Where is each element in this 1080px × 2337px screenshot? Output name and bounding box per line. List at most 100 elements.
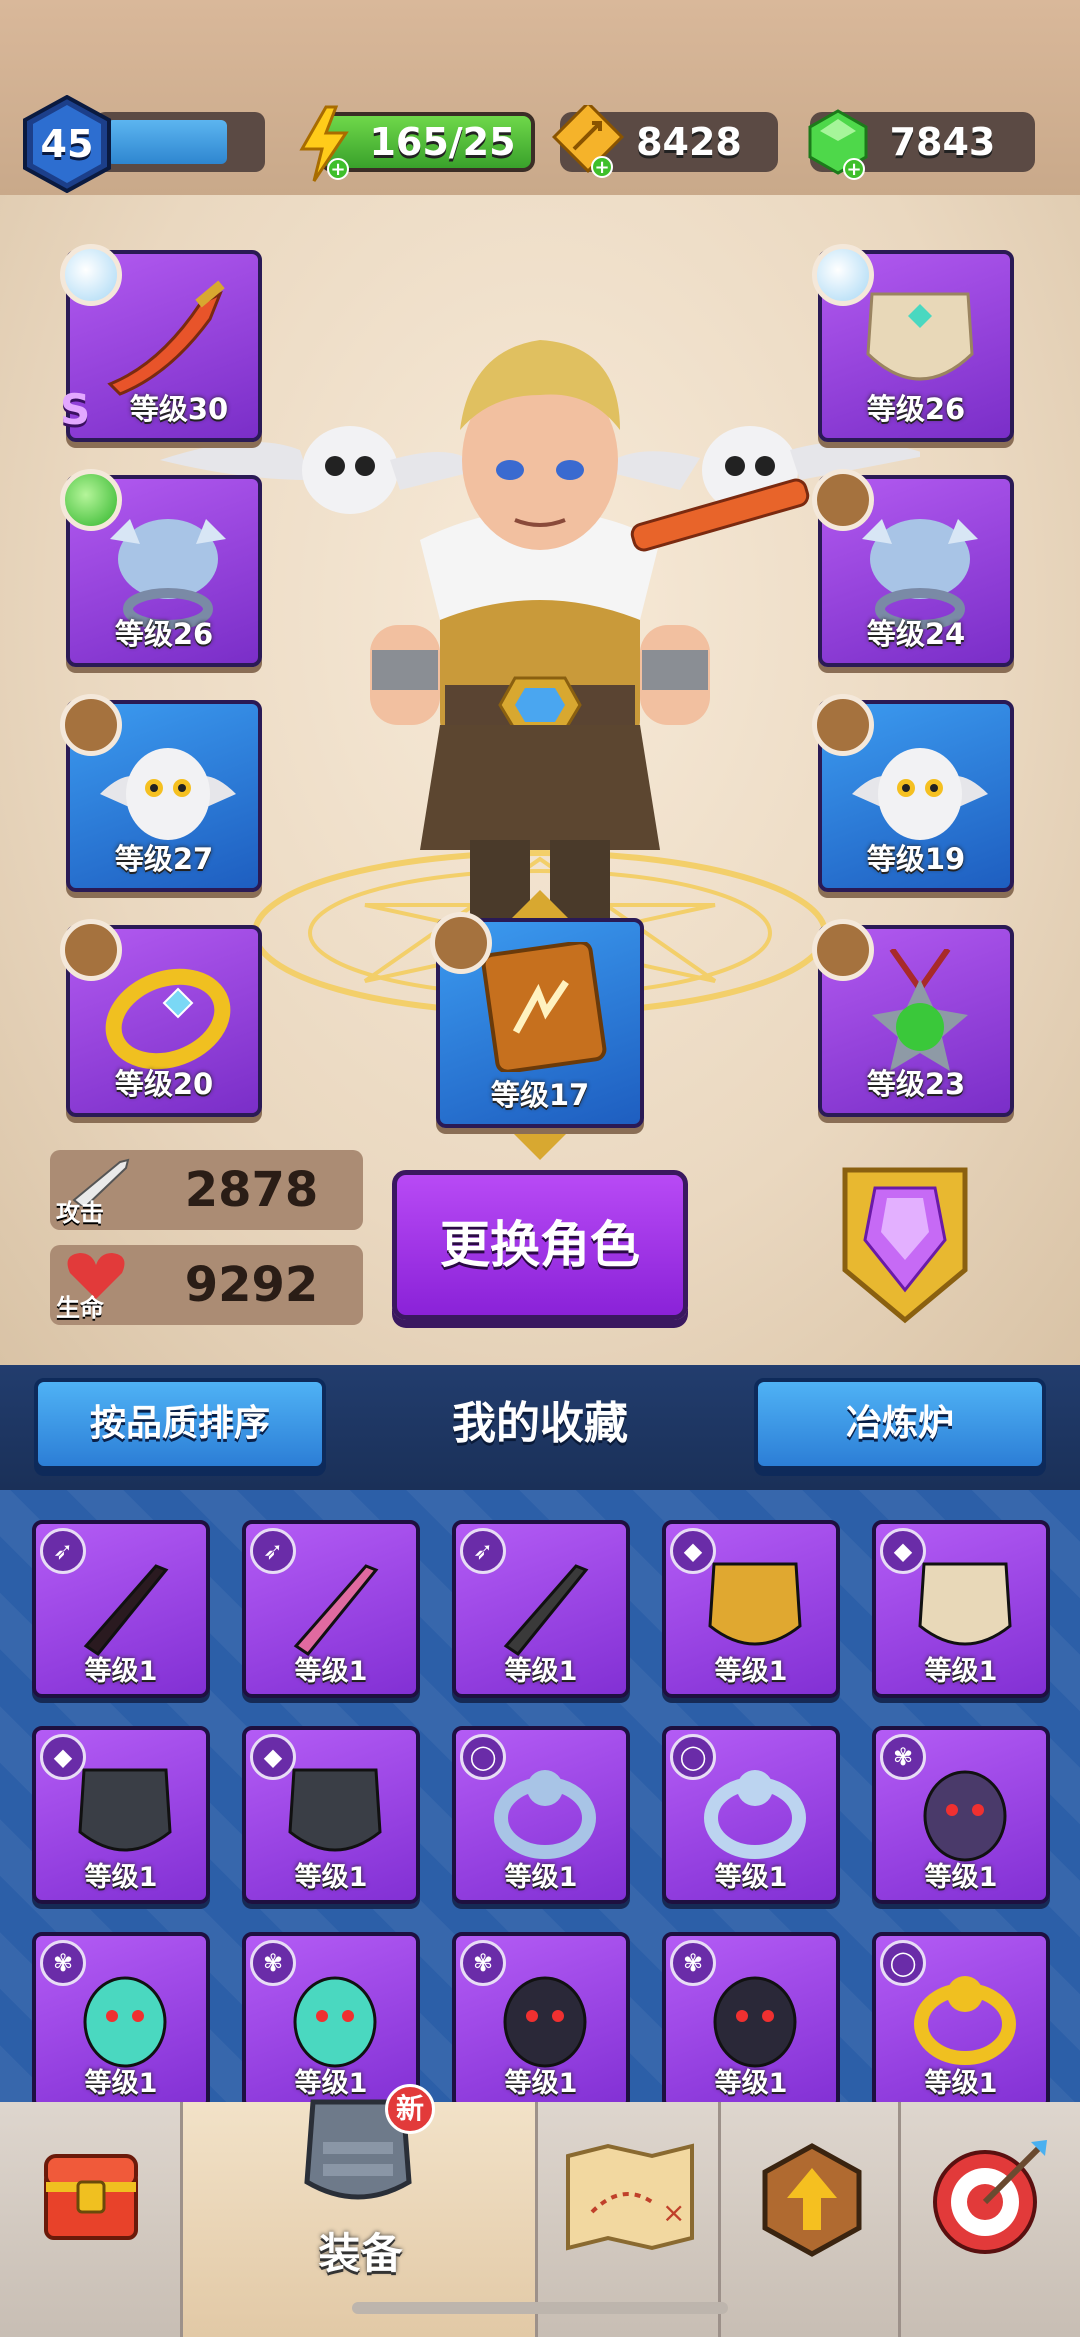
- player-level: 45: [40, 122, 94, 166]
- gem-socket: [812, 469, 874, 531]
- green-gem-icon: +: [808, 109, 868, 180]
- home-indicator: [352, 2302, 728, 2314]
- collection-item[interactable]: ✾ 等级1: [872, 1726, 1050, 1904]
- hero-character[interactable]: [160, 230, 920, 930]
- collection-item[interactable]: ➶ 等级1: [452, 1520, 630, 1698]
- item-level: 等级1: [504, 1656, 578, 1687]
- collection-item[interactable]: ➶ 等级1: [32, 1520, 210, 1698]
- equip-slot-pet-2[interactable]: 等级19: [812, 694, 1014, 892]
- amulet-icon: [872, 949, 968, 1071]
- spellbook-icon: [481, 942, 607, 1072]
- equip-slot-ring[interactable]: 等级26: [60, 469, 262, 667]
- gem-socket: [60, 244, 122, 306]
- armor-type-icon: ◆: [250, 1734, 296, 1780]
- item-level: 等级1: [504, 2068, 578, 2099]
- arrow-ticket-icon: +: [552, 105, 624, 178]
- pet-type-icon: ✾: [250, 1940, 296, 1986]
- nav-upgrade[interactable]: [721, 2102, 901, 2337]
- collection-item[interactable]: ◆ 等级1: [662, 1520, 840, 1698]
- bat-pet-icon: [503, 1976, 587, 2068]
- equip-slot-pet[interactable]: 等级27: [60, 694, 262, 892]
- slot-level: 等级27: [114, 842, 214, 876]
- energy-value: 165/25: [369, 120, 516, 164]
- purple-gem-shield-icon[interactable]: [825, 1160, 985, 1330]
- nav-chest[interactable]: [0, 2102, 183, 2337]
- pink-blade-icon: [293, 1564, 379, 1657]
- bull-ring-icon: [862, 519, 978, 629]
- smelter-button[interactable]: 冶炼炉: [754, 1378, 1046, 1470]
- collection-grid: ➶ 等级1 ➶ 等级1 ➶ 等级1 ◆ 等级1 ◆ 等级1 ◆ 等级1 ◆ 等级1 ◯ 等级1 ◯ 等级1 ✾ 等级1…: [0, 1490, 1080, 2102]
- beast-ring-icon: [494, 1770, 596, 1859]
- equip-slot-armor[interactable]: 等级26: [812, 244, 1014, 442]
- equip-slot-accessory[interactable]: 等级20: [60, 919, 262, 1117]
- arrow-value: 8428: [636, 120, 742, 164]
- gem-socket: [430, 912, 492, 974]
- collection-item[interactable]: ◆ 等级1: [242, 1726, 420, 1904]
- equip-slot-book[interactable]: 等级17: [430, 912, 644, 1128]
- new-badge: 新: [385, 2084, 435, 2134]
- lion-ring-icon: [704, 1770, 806, 1859]
- energy-counter[interactable]: 165/25: [320, 112, 535, 172]
- item-level: 等级1: [924, 2068, 998, 2099]
- collection-item[interactable]: ◯ 等级1: [452, 1726, 630, 1904]
- collection-item[interactable]: ✾ 等级1: [242, 1932, 420, 2102]
- item-level: 等级1: [294, 1862, 368, 1893]
- equip-slot-amulet[interactable]: 等级23: [812, 919, 1014, 1117]
- xp-bar: [95, 112, 265, 172]
- ring-type-icon: ◯: [880, 1940, 926, 1986]
- hp-label: 生命: [56, 1294, 104, 1322]
- hp-stat: 生命 9292: [50, 1245, 363, 1325]
- player-level-badge[interactable]: 45: [22, 94, 112, 194]
- map-icon: ×: [566, 2143, 694, 2251]
- armor-icon: [866, 292, 974, 381]
- item-level: 等级1: [924, 1862, 998, 1893]
- collection-item[interactable]: ◯ 等级1: [872, 1932, 1050, 2102]
- equip-slot-ring-2[interactable]: 等级24: [812, 469, 1014, 667]
- item-level: 等级1: [84, 1656, 158, 1687]
- owl-icon: [852, 748, 988, 840]
- armor-type-icon: ◆: [670, 1528, 716, 1574]
- collection-item[interactable]: ✾ 等级1: [662, 1932, 840, 2102]
- bat-pet-icon: [713, 1976, 797, 2068]
- svg-text:+: +: [330, 159, 345, 180]
- armor-type-icon: ◆: [880, 1528, 926, 1574]
- slot-level: 等级30: [129, 392, 229, 426]
- gem-socket: [812, 919, 874, 981]
- nav-target[interactable]: [901, 2102, 1080, 2337]
- slot-level: 等级26: [114, 617, 214, 651]
- pet-type-icon: ✾: [670, 1940, 716, 1986]
- gem-socket: [812, 244, 874, 306]
- gem-socket: [60, 694, 122, 756]
- equip-slot-weapon[interactable]: S 等级30: [60, 244, 262, 442]
- svg-text:×: ×: [662, 2196, 685, 2229]
- gold-ring-icon: [914, 1976, 1016, 2065]
- slot-level: 等级26: [866, 392, 966, 426]
- xp-bar-fill: [107, 120, 227, 164]
- collection-item[interactable]: ◆ 等级1: [872, 1520, 1050, 1698]
- bow-type-icon: ➶: [460, 1528, 506, 1574]
- dark-sword-icon: [503, 1564, 589, 1657]
- collection-item[interactable]: ➶ 等级1: [242, 1520, 420, 1698]
- gold-ring-icon: [105, 968, 231, 1070]
- collection-item[interactable]: ◯ 等级1: [662, 1726, 840, 1904]
- collection-item[interactable]: ✾ 等级1: [452, 1932, 630, 2102]
- ghost-pet-icon: [83, 1976, 167, 2068]
- ring-type-icon: ◯: [670, 1734, 716, 1780]
- pet-type-icon: ✾: [460, 1940, 506, 1986]
- gem-value: 7843: [889, 120, 996, 164]
- item-level: 等级1: [84, 2068, 158, 2099]
- collection-item[interactable]: ◆ 等级1: [32, 1726, 210, 1904]
- reaper-pet-icon: [923, 1770, 1007, 1862]
- change-hero-button[interactable]: 更换角色: [392, 1170, 688, 1320]
- hp-value: 9292: [184, 1257, 319, 1313]
- sort-by-quality-button[interactable]: 按品质排序: [34, 1378, 326, 1470]
- chest-icon: [44, 2154, 138, 2240]
- item-level: 等级1: [504, 1862, 578, 1893]
- slot-level: 等级20: [114, 1067, 214, 1101]
- collection-item[interactable]: ✾ 等级1: [32, 1932, 210, 2102]
- svg-text:+: +: [594, 157, 609, 178]
- gem-socket: [60, 919, 122, 981]
- item-level: 等级1: [924, 1656, 998, 1687]
- ghost-pet-icon: [293, 1976, 377, 2068]
- pet-type-icon: ✾: [40, 1940, 86, 1986]
